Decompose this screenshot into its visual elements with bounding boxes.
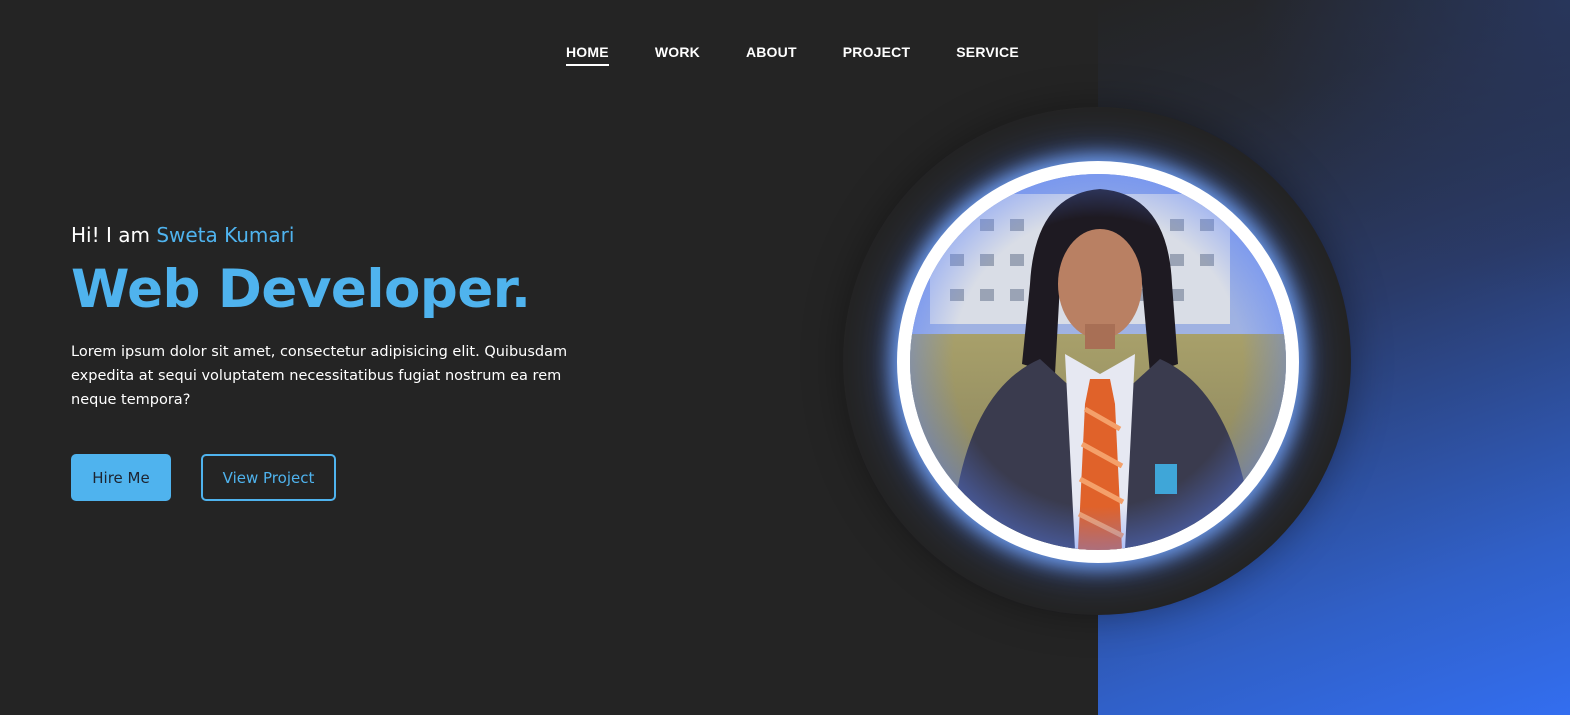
role-title: Web Developer. xyxy=(71,259,531,320)
greeting: Hi! I am Sweta Kumari xyxy=(71,220,611,250)
nav-item-project[interactable]: PROJECT xyxy=(843,44,911,64)
nav-item-service[interactable]: SERVICE xyxy=(956,44,1019,64)
nav-item-work[interactable]: WORK xyxy=(655,44,700,64)
greeting-prefix: Hi! I am xyxy=(71,223,157,247)
hero-buttons: Hire Me View Project xyxy=(71,454,611,501)
profile-photo xyxy=(897,161,1299,563)
main-nav: HOME WORK ABOUT PROJECT SERVICE xyxy=(566,44,1019,66)
person-name: Sweta Kumari xyxy=(156,223,295,247)
nav-item-about[interactable]: ABOUT xyxy=(746,44,797,64)
profile-photo-image xyxy=(910,174,1286,550)
nav-item-home[interactable]: HOME xyxy=(566,44,609,66)
hero-section: Hi! I am Sweta Kumari Web Developer. Lor… xyxy=(71,220,611,501)
page: HOME WORK ABOUT PROJECT SERVICE Hi! I am… xyxy=(0,0,1570,715)
hero-description: Lorem ipsum dolor sit amet, consectetur … xyxy=(71,344,568,408)
view-project-button[interactable]: View Project xyxy=(201,454,336,501)
hire-me-button[interactable]: Hire Me xyxy=(71,454,171,501)
